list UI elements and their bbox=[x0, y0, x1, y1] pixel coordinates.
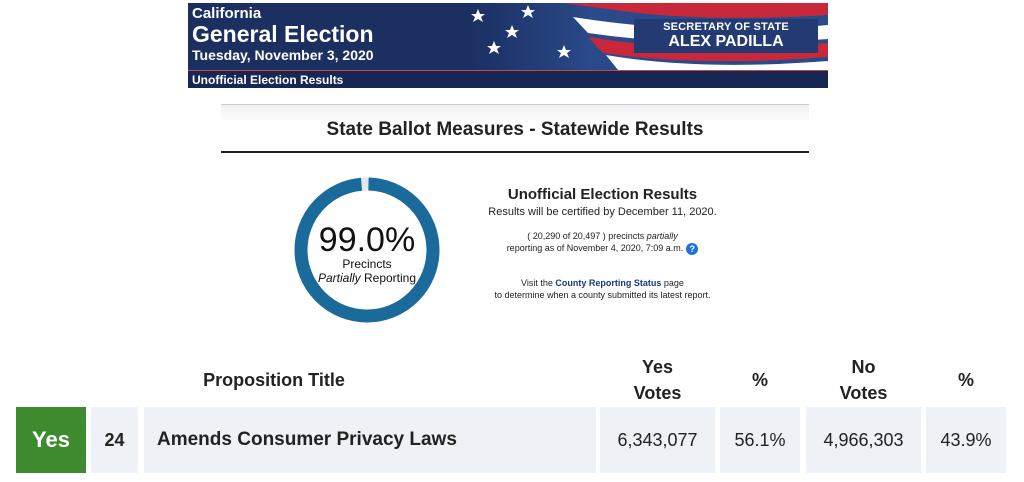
info-title: Unofficial Election Results bbox=[507, 186, 698, 203]
donut-partially: Partially bbox=[317, 271, 361, 285]
visit-line2: to determine when a county submitted its… bbox=[494, 289, 711, 300]
page-heading: State Ballot Measures - Statewide Result… bbox=[221, 104, 809, 153]
visit-suffix: page bbox=[661, 277, 684, 288]
header-proposition-title: Proposition Title bbox=[203, 370, 345, 390]
donut-reporting: Reporting bbox=[360, 271, 417, 285]
banner-heading: California General Election Tuesday, Nov… bbox=[192, 5, 374, 64]
no-votes: 4,966,303 bbox=[806, 407, 921, 473]
election-banner: California General Election Tuesday, Nov… bbox=[188, 3, 828, 88]
header-no-pct: % bbox=[957, 370, 974, 390]
page-title: State Ballot Measures - Statewide Result… bbox=[326, 119, 704, 140]
yes-votes: 6,343,077 bbox=[600, 407, 715, 473]
proposition-number: 24 bbox=[91, 407, 138, 473]
secretary-of-state-badge: SECRETARY OF STATE ALEX PADILLA bbox=[634, 19, 818, 53]
banner-unofficial: Unofficial Election Results bbox=[192, 73, 344, 87]
donut-reporting-text: Partially Reporting bbox=[292, 271, 442, 285]
no-percent: 43.9% bbox=[926, 407, 1006, 473]
results-info: Unofficial Election Results Results will… bbox=[470, 186, 735, 301]
visit-prefix: Visit the bbox=[521, 277, 556, 288]
header-yes-votes: Yes Votes bbox=[600, 354, 715, 406]
county-status-note: Visit the County Reporting Status page t… bbox=[470, 277, 735, 301]
banner-state: California bbox=[192, 5, 262, 22]
header-no: No bbox=[851, 357, 876, 377]
banner-date: Tuesday, November 3, 2020 bbox=[192, 47, 374, 63]
precincts-partially: partially bbox=[646, 231, 678, 241]
header-no-votes: No Votes bbox=[806, 354, 921, 406]
precincts-percent: 99.0% bbox=[318, 221, 416, 259]
proposition-title[interactable]: Amends Consumer Privacy Laws bbox=[144, 407, 596, 473]
header-yes-pct: % bbox=[751, 370, 768, 390]
sos-name: ALEX PADILLA bbox=[668, 33, 784, 50]
sos-title: SECRETARY OF STATE bbox=[663, 21, 789, 33]
reporting-time: reporting as of November 4, 2020, 7:09 a… bbox=[506, 243, 684, 253]
header-no-votes-word: Votes bbox=[839, 383, 888, 403]
donut-precincts-text: Precincts bbox=[342, 257, 392, 271]
county-reporting-status-link[interactable]: County Reporting Status bbox=[555, 278, 661, 288]
banner-subbar: Unofficial Election Results bbox=[188, 70, 828, 88]
help-icon[interactable]: ? bbox=[686, 242, 699, 255]
result-badge: Yes bbox=[16, 407, 86, 473]
header-yes: Yes bbox=[641, 357, 674, 377]
precincts-status: ( 20,290 of 20,497 ) precincts partially… bbox=[470, 230, 735, 255]
precincts-count: ( 20,290 of 20,497 ) precincts bbox=[527, 231, 647, 241]
donut-label: 99.0% Precincts Partially Reporting bbox=[292, 222, 442, 285]
yes-percent: 56.1% bbox=[720, 407, 800, 473]
banner-election: General Election bbox=[192, 21, 374, 47]
header-yes-votes-word: Votes bbox=[633, 383, 682, 403]
certification-note: Results will be certified by December 11… bbox=[488, 206, 717, 218]
